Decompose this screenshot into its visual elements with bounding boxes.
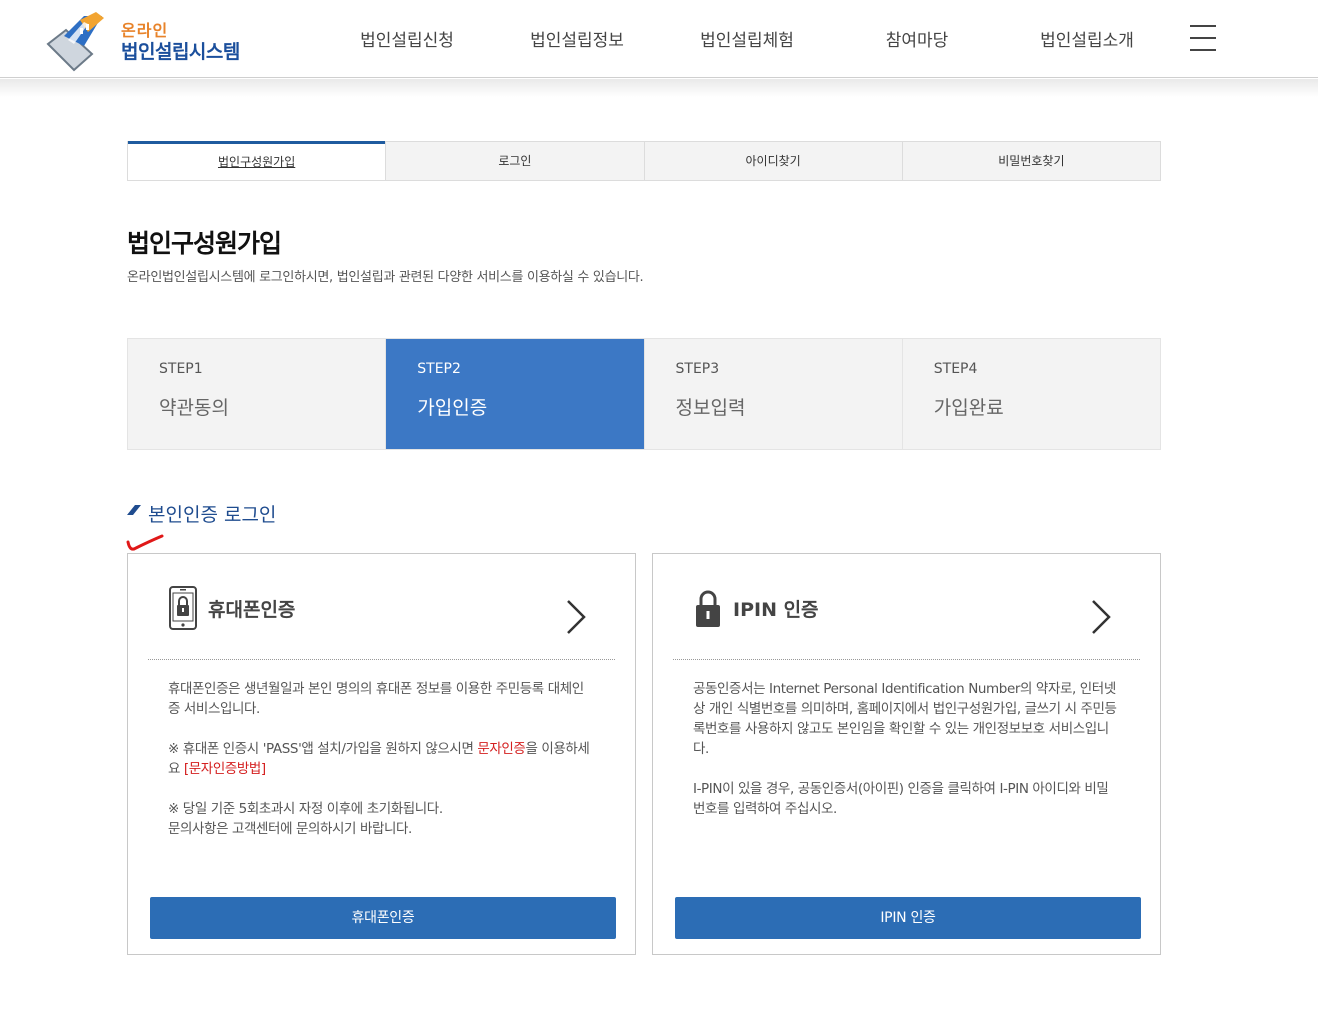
member-tabs: 법인구성원가입 로그인 아이디찾기 비밀번호찾기: [127, 141, 1161, 181]
nav-item-participation[interactable]: 참여마당: [832, 26, 1002, 52]
phone-card-description: 휴대폰인증은 생년월일과 본인 명의의 휴대폰 정보를 이용한 주민등록 대체인…: [168, 681, 584, 717]
nav-item-info[interactable]: 법인설립정보: [492, 26, 662, 52]
phone-lock-icon: [169, 586, 197, 630]
step-indicator: STEP1 약관동의 STEP2 가입인증 STEP3 정보입력 STEP4 가…: [127, 338, 1161, 450]
step-label: 정보입력: [675, 397, 746, 419]
tab-find-password[interactable]: 비밀번호찾기: [901, 141, 1160, 180]
chevron-right-icon[interactable]: [1090, 599, 1112, 635]
sms-auth-link[interactable]: 문자인증: [477, 741, 525, 757]
step-number: STEP3: [675, 361, 720, 377]
phone-auth-button[interactable]: 휴대폰인증: [150, 897, 616, 939]
phone-auth-card: 휴대폰인증 휴대폰인증은 생년월일과 본인 명의의 휴대폰 정보를 이용한 주민…: [127, 553, 636, 955]
logo-icon: [46, 12, 104, 72]
step-3: STEP3 정보입력: [643, 339, 902, 449]
chevron-right-icon[interactable]: [565, 599, 587, 635]
step-4: STEP4 가입완료: [901, 339, 1160, 449]
hamburger-menu-icon[interactable]: [1190, 25, 1216, 51]
logo-line2: 법인설립시스템: [121, 41, 240, 63]
section-title: 본인인증 로그인: [148, 504, 277, 526]
header-shadow: [0, 79, 1318, 97]
ipin-card-instruction: I-PIN이 있을 경우, 공동인증서(아이핀) 인증을 클릭하여 I-PIN …: [693, 781, 1109, 817]
sms-auth-method-link[interactable]: [문자인증방법]: [184, 761, 266, 777]
section-bullet-icon: [127, 505, 141, 515]
tab-login[interactable]: 로그인: [385, 141, 644, 180]
nav-item-experience[interactable]: 법인설립체험: [662, 26, 832, 52]
ipin-card-title: IPIN 인증: [733, 599, 819, 621]
tab-member-join[interactable]: 법인구성원가입: [128, 141, 386, 180]
main-nav: 법인설립신청 법인설립정보 법인설립체험 참여마당 법인설립소개: [322, 26, 1172, 52]
reset-note-line2: 문의사항은 고객센터에 문의하시기 바랍니다.: [168, 821, 412, 837]
step-number: STEP2: [417, 361, 461, 377]
ipin-card-description: 공동인증서는 Internet Personal Identification …: [693, 681, 1117, 757]
ipin-auth-button[interactable]: IPIN 인증: [675, 897, 1141, 939]
lock-icon: [696, 590, 720, 627]
notice-text: ※ 휴대폰 인증시 'PASS'앱 설치/가입을 원하지 않으시면: [168, 741, 478, 757]
step-number: STEP4: [933, 361, 978, 377]
site-header: 온라인 법인설립시스템 법인설립신청 법인설립정보 법인설립체험 참여마당 법인…: [0, 0, 1318, 78]
ipin-card-body: 공동인증서는 Internet Personal Identification …: [693, 679, 1120, 839]
red-checkmark-annotation: [126, 534, 164, 551]
step-label: 가입완료: [933, 397, 1004, 419]
phone-card-notice: ※ 휴대폰 인증시 'PASS'앱 설치/가입을 원하지 않으시면 문자인증을 …: [168, 739, 595, 779]
step-2: STEP2 가입인증: [385, 339, 644, 449]
step-label: 가입인증: [417, 397, 488, 419]
step-1: STEP1 약관동의: [128, 339, 385, 449]
card-divider: [673, 659, 1140, 660]
nav-item-intro[interactable]: 법인설립소개: [1002, 26, 1172, 52]
card-divider: [148, 659, 615, 660]
page-title: 법인구성원가입: [127, 229, 282, 258]
page-description: 온라인법인설립시스템에 로그인하시면, 법인설립과 관련된 다양한 서비스를 이…: [127, 270, 644, 285]
step-label: 약관동의: [159, 397, 229, 419]
phone-card-body: 휴대폰인증은 생년월일과 본인 명의의 휴대폰 정보를 이용한 주민등록 대체인…: [168, 679, 595, 859]
step-number: STEP1: [159, 361, 203, 377]
phone-card-title: 휴대폰인증: [208, 599, 296, 621]
ipin-auth-card: IPIN 인증 공동인증서는 Internet Personal Identif…: [652, 553, 1161, 955]
reset-note-line1: ※ 당일 기준 5회초과시 자정 이후에 초기화됩니다.: [168, 801, 443, 817]
site-logo[interactable]: 온라인 법인설립시스템: [44, 10, 254, 72]
nav-item-apply[interactable]: 법인설립신청: [322, 26, 492, 52]
phone-card-reset-note: ※ 당일 기준 5회초과시 자정 이후에 초기화됩니다. 문의사항은 고객센터에…: [168, 799, 595, 839]
tab-find-id[interactable]: 아이디찾기: [643, 141, 902, 180]
